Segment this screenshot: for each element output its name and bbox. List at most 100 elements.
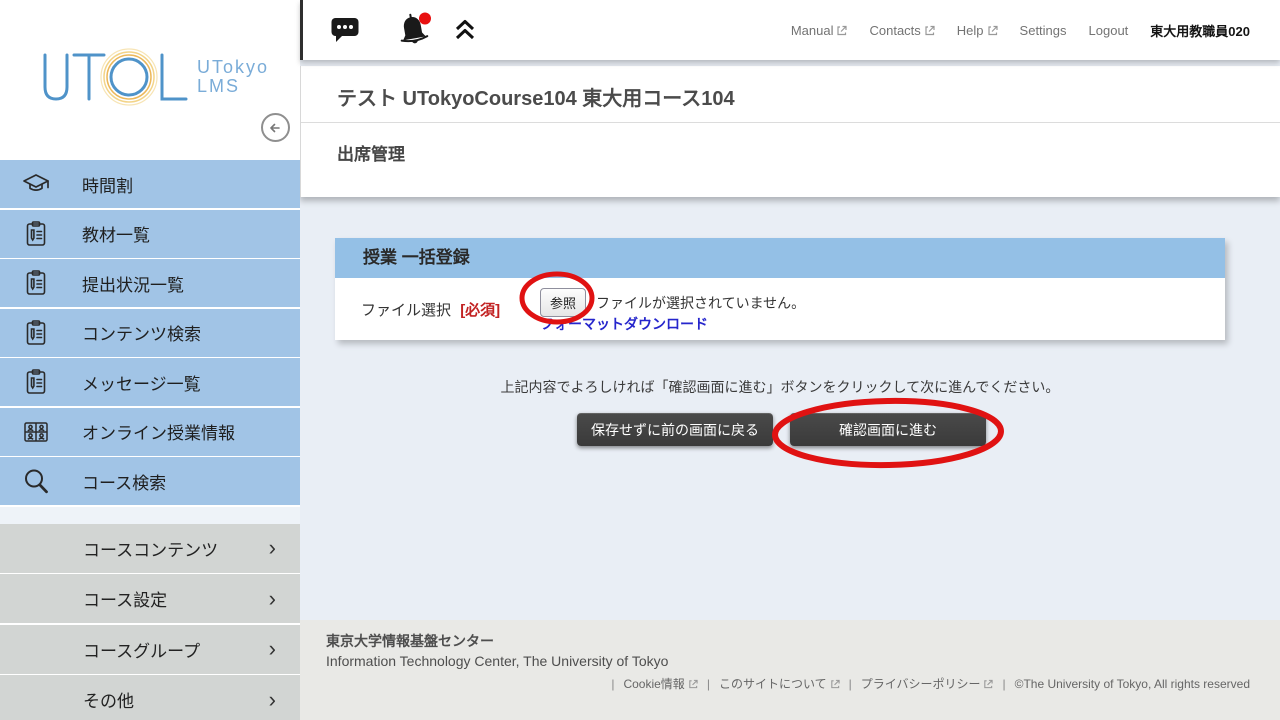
collapse-topbar-button[interactable] (452, 16, 478, 44)
sidebar-item-label: コース設定 (83, 586, 167, 611)
notification-badge (419, 13, 431, 25)
logo-subtitle-line1: UTokyo (197, 58, 269, 77)
chevron-right-icon: › (269, 537, 276, 559)
sidebar-item-label: コース検索 (82, 469, 166, 494)
sidebar-item-label: メッセージ一覧 (82, 370, 201, 395)
sidebar-item-course-settings[interactable]: コース設定 › (0, 574, 300, 623)
chat-bubble-icon (330, 16, 360, 44)
file-input: 参照 ファイルが選択されていません。 (540, 288, 805, 317)
sidebar-course-menu: コースコンテンツ › コース設定 › コースグループ › その他 › (0, 524, 300, 720)
cookie-info-link[interactable]: Cookie情報 (623, 675, 697, 692)
notifications-button[interactable] (396, 12, 434, 48)
logout-link-label: Logout (1089, 23, 1129, 38)
browse-button[interactable]: 参照 (540, 288, 586, 317)
manual-link[interactable]: Manual (791, 23, 848, 38)
cookie-info-link-label: Cookie情報 (623, 675, 684, 692)
privacy-policy-link[interactable]: プライバシーポリシー (861, 675, 994, 692)
external-link-icon (983, 679, 993, 689)
footer-org-english: Information Technology Center, The Unive… (326, 653, 668, 669)
arrow-left-icon (268, 120, 284, 136)
sidebar-item-label: その他 (83, 687, 134, 712)
sidebar-item-materials[interactable]: 教材一覧 (0, 210, 300, 258)
sidebar-item-label: 時間割 (82, 172, 133, 197)
external-link-icon (688, 679, 698, 689)
section-title: 出席管理 (337, 145, 405, 165)
contacts-link[interactable]: Contacts (869, 23, 934, 38)
sidebar-item-others[interactable]: その他 › (0, 675, 300, 720)
sidebar-item-timetable[interactable]: 時間割 (0, 160, 300, 208)
sidebar-item-label: オンライン授業情報 (82, 419, 235, 444)
contacts-link-label: Contacts (869, 23, 920, 38)
sidebar-item-label: コースコンテンツ (83, 536, 218, 561)
utol-logo (38, 48, 196, 108)
chevron-right-icon: › (269, 588, 276, 610)
sidebar-item-course-contents[interactable]: コースコンテンツ › (0, 524, 300, 573)
about-site-link[interactable]: このサイトについて (719, 675, 840, 692)
footer-links: | Cookie情報 | このサイトについて | プライバシーポリシー | ©T… (611, 675, 1250, 692)
clipboard-icon (21, 318, 51, 348)
manual-link-label: Manual (791, 23, 834, 38)
format-download-link[interactable]: フォーマットダウンロード (540, 314, 708, 334)
divider (301, 122, 1280, 123)
logo-area: UTokyo LMS (0, 0, 300, 160)
double-chevron-up-icon (452, 16, 478, 44)
help-link[interactable]: Help (957, 23, 998, 38)
search-icon (21, 466, 51, 496)
separator: | (849, 677, 852, 691)
panel-body: ファイル選択 [必須] 参照 ファイルが選択されていません。 フォーマットダウン… (335, 278, 1225, 340)
logo-subtitle: UTokyo LMS (197, 58, 269, 96)
topbar-links: Manual Contacts Help Settings Logout 東大用… (791, 0, 1250, 60)
back-without-saving-button[interactable]: 保存せずに前の画面に戻る (577, 413, 773, 446)
external-link-icon (924, 25, 935, 36)
logo-subtitle-line2: LMS (197, 77, 269, 96)
separator: | (707, 677, 710, 691)
topbar: Manual Contacts Help Settings Logout 東大用… (300, 0, 1280, 60)
sidebar-item-label: 提出状況一覧 (82, 271, 184, 296)
utol-lms-page: UTokyo LMS 時間割 (0, 0, 1280, 720)
separator: | (611, 677, 614, 691)
sidebar: UTokyo LMS 時間割 (0, 0, 300, 720)
footer-org-japanese: 東京大学情報基盤センター (326, 631, 494, 651)
separator: | (1002, 677, 1005, 691)
topbar-icons (330, 0, 478, 60)
file-select-label-text: ファイル選択 (361, 302, 451, 319)
main-content: 授業 一括登録 ファイル選択 [必須] 参照 ファイルが選択されていません。 フ… (300, 197, 1280, 620)
settings-link[interactable]: Settings (1020, 23, 1067, 38)
sidebar-section-gap (0, 507, 300, 524)
about-site-link-label: このサイトについて (719, 675, 827, 692)
logout-link[interactable]: Logout (1089, 23, 1129, 38)
external-link-icon (830, 679, 840, 689)
copyright-text: ©The University of Tokyo, All rights res… (1015, 677, 1250, 691)
sidebar-main-menu: 時間割 教材一覧 (0, 160, 300, 720)
clipboard-icon (21, 268, 51, 298)
external-link-icon (836, 25, 847, 36)
help-link-label: Help (957, 23, 984, 38)
online-class-icon (21, 417, 51, 447)
required-badge: [必須] (460, 302, 500, 319)
sidebar-item-content-search[interactable]: コンテンツ検索 (0, 309, 300, 357)
clipboard-icon (21, 219, 51, 249)
sidebar-collapse-button[interactable] (261, 113, 290, 142)
sidebar-item-label: コースグループ (83, 637, 200, 662)
no-file-selected-text: ファイルが選択されていません。 (596, 293, 805, 313)
panel-title: 授業 一括登録 (335, 238, 1225, 278)
proceed-to-confirm-button[interactable]: 確認画面に進む (790, 413, 986, 446)
sidebar-item-online-class-info[interactable]: オンライン授業情報 (0, 408, 300, 456)
username: 東大用教職員020 (1150, 21, 1250, 40)
sidebar-item-submission-status[interactable]: 提出状況一覧 (0, 259, 300, 307)
file-select-label: ファイル選択 [必須] (361, 299, 500, 320)
page-header: テスト UTokyoCourse104 東大用コース104 出席管理 (300, 66, 1280, 197)
sidebar-item-course-group[interactable]: コースグループ › (0, 625, 300, 674)
sidebar-item-label: コンテンツ検索 (82, 320, 201, 345)
graduation-cap-icon (21, 169, 51, 199)
chevron-right-icon: › (269, 689, 276, 711)
bulk-register-panel: 授業 一括登録 ファイル選択 [必須] 参照 ファイルが選択されていません。 フ… (335, 238, 1225, 340)
clipboard-icon (21, 367, 51, 397)
external-link-icon (987, 25, 998, 36)
sidebar-item-messages[interactable]: メッセージ一覧 (0, 358, 300, 406)
settings-link-label: Settings (1020, 23, 1067, 38)
bell-icon (396, 12, 434, 48)
footer: 東京大学情報基盤センター Information Technology Cent… (300, 620, 1280, 720)
sidebar-item-course-search[interactable]: コース検索 (0, 457, 300, 505)
messages-button[interactable] (330, 16, 360, 44)
